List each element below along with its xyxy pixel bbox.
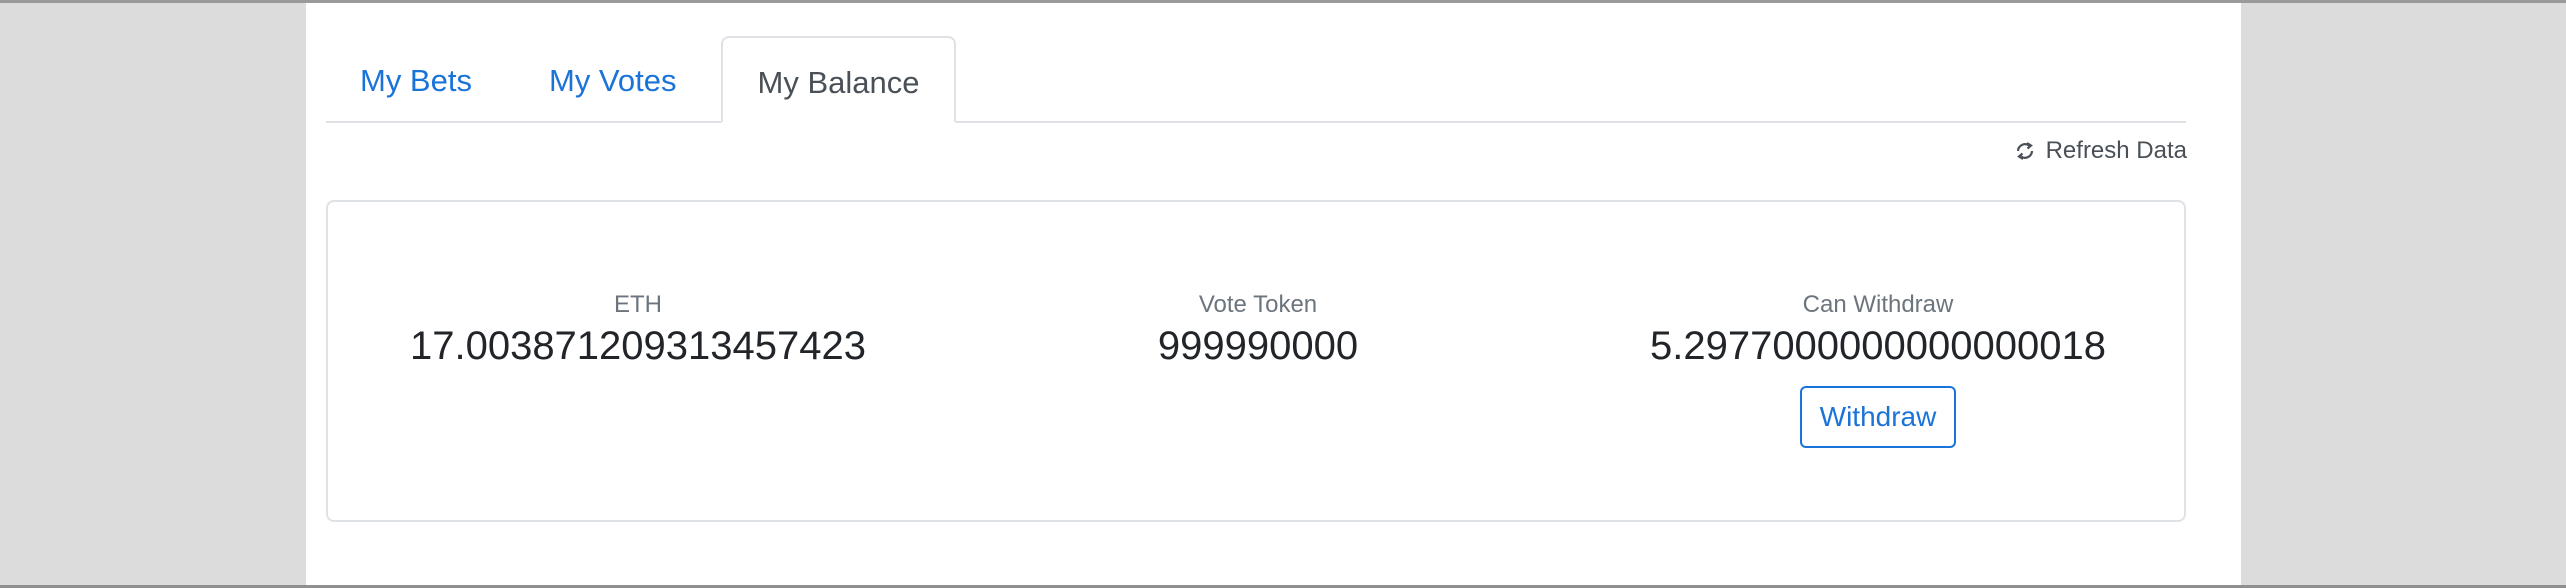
eth-label: ETH: [614, 291, 662, 318]
can-withdraw-label: Can Withdraw: [1802, 291, 1954, 318]
eth-value: 17.003871209313457423: [409, 324, 867, 368]
can-withdraw-value: 5.2977000000000000018: [1649, 324, 2107, 368]
tab-my-votes[interactable]: My Votes: [515, 36, 711, 121]
vote-token-value: 999990000: [1157, 324, 1359, 368]
refresh-icon: [2014, 140, 2036, 162]
withdraw-button[interactable]: Withdraw: [1799, 386, 1957, 448]
can-withdraw-balance: Can Withdraw 5.2977000000000000018 Withd…: [1568, 290, 2188, 448]
balance-card: ETH 17.003871209313457423 Vote Token 999…: [326, 200, 2186, 522]
eth-balance: ETH 17.003871209313457423: [328, 290, 948, 372]
content-panel: My Bets My Votes My Balance Refresh Data…: [306, 3, 2241, 585]
refresh-data-link[interactable]: Refresh Data: [2014, 133, 2187, 169]
tab-bar: My Bets My Votes My Balance: [326, 36, 2186, 123]
vote-token-label: Vote Token: [1198, 291, 1318, 318]
tab-my-balance[interactable]: My Balance: [721, 36, 956, 123]
tab-my-bets[interactable]: My Bets: [326, 36, 506, 121]
vote-token-balance: Vote Token 999990000: [948, 290, 1568, 372]
refresh-data-label: Refresh Data: [2045, 137, 2187, 164]
